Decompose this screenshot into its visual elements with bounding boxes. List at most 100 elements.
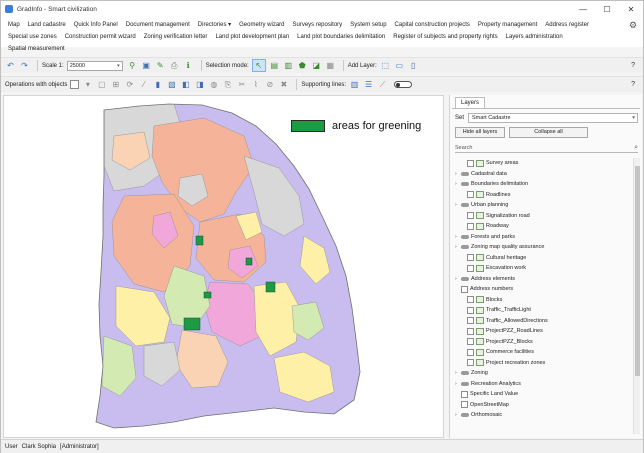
layer-tree-item[interactable]: Excavation work	[455, 263, 627, 274]
layer-search[interactable]: Search ⌕	[455, 143, 638, 153]
layer-visibility-checkbox[interactable]	[467, 254, 474, 262]
layer-visibility-checkbox[interactable]	[467, 264, 474, 272]
layer-tree-scrollbar[interactable]	[633, 158, 640, 434]
layer-tree-item[interactable]: Blocks	[455, 295, 627, 306]
add-wms-layer-icon[interactable]: ▭	[394, 60, 405, 71]
close-button[interactable]: ✕	[619, 1, 643, 17]
menu-item-land-plot-development-plan[interactable]: Land plot development plan	[211, 32, 293, 43]
menu-item-register-of-subjects-and-property-rights[interactable]: Register of subjects and property rights	[389, 32, 501, 43]
menu-item-surveys-repository[interactable]: Surveys repository	[289, 20, 347, 31]
layer-tree-item[interactable]: › Urban planning	[455, 200, 627, 211]
menu-item-directories[interactable]: Directories ▾	[194, 20, 235, 31]
layer-visibility-checkbox[interactable]	[467, 317, 474, 325]
menu-item-address-register[interactable]: Address register	[541, 20, 593, 31]
layer-visibility-checkbox[interactable]	[467, 212, 474, 220]
layer-tree-item[interactable]: › Cadastral data	[455, 169, 627, 180]
layer-tree-item[interactable]: Specific Land Value	[455, 389, 627, 400]
layer-tree-item[interactable]: Survey areas	[455, 158, 627, 169]
minimize-button[interactable]: —	[571, 1, 595, 17]
select-layer-icon[interactable]: ◪	[311, 60, 322, 71]
print-icon[interactable]: ⎙	[169, 60, 180, 71]
merge-icon[interactable]: ◧	[180, 79, 191, 90]
add-file-layer-icon[interactable]: ▯	[408, 60, 419, 71]
rotate-icon[interactable]: ⟳	[124, 79, 135, 90]
location-pin-icon[interactable]: ⚲	[127, 60, 138, 71]
select-all-checkbox[interactable]	[70, 80, 80, 89]
map-view[interactable]: areas for greening	[3, 95, 444, 438]
menu-item-zoning-verification-letter[interactable]: Zoning verification letter	[140, 32, 212, 43]
layer-tree-item[interactable]: Project recreation zones	[455, 358, 627, 369]
menu-item-map[interactable]: Map	[4, 20, 24, 31]
document-icon[interactable]: ▮	[152, 79, 163, 90]
layer-visibility-checkbox[interactable]	[467, 359, 474, 367]
map-canvas[interactable]	[4, 96, 445, 439]
line-tool-icon[interactable]: ⁄	[138, 79, 149, 90]
menu-item-quick-info-panel[interactable]: Quick Info Panel	[70, 20, 122, 31]
layer-tree-item[interactable]: Address numbers	[455, 284, 627, 295]
layer-tree-item[interactable]: › Forests and parks	[455, 232, 627, 243]
menu-item-construction-permit-wizard[interactable]: Construction permit wizard	[61, 32, 140, 43]
help-icon[interactable]: ?	[631, 81, 635, 88]
select-rectangle-icon[interactable]: ▤	[269, 60, 280, 71]
layer-visibility-checkbox[interactable]	[467, 296, 474, 304]
settings-gear-icon[interactable]: ⚙	[627, 19, 639, 31]
cut-icon[interactable]: ▧	[166, 79, 177, 90]
layer-visibility-checkbox[interactable]	[467, 338, 474, 346]
menu-item-property-management[interactable]: Property management	[474, 20, 541, 31]
add-layer-dropdown-icon[interactable]: ⬚	[380, 60, 391, 71]
layer-tree-item[interactable]: Cultural heritage	[455, 253, 627, 264]
layer-visibility-checkbox[interactable]	[467, 222, 474, 230]
layer-search-input[interactable]: Search	[455, 145, 634, 151]
help-icon[interactable]: ?	[631, 62, 635, 69]
layer-tree-item[interactable]: › Address elements	[455, 274, 627, 285]
scrollbar-thumb[interactable]	[635, 166, 640, 376]
redo-icon[interactable]: ↷	[19, 60, 30, 71]
menu-item-capital-construction-projects[interactable]: Capital construction projects	[391, 20, 474, 31]
supporting-lines-toggle[interactable]	[394, 81, 413, 88]
info-icon[interactable]: ℹ	[183, 60, 194, 71]
split-icon[interactable]: ⊞	[110, 79, 121, 90]
hide-all-layers-button[interactable]: Hide all layers	[455, 127, 505, 138]
layer-tree-item[interactable]: Commerce facilities	[455, 347, 627, 358]
layer-visibility-checkbox[interactable]	[467, 191, 474, 199]
scissors-icon[interactable]: ✂	[236, 79, 247, 90]
layer-visibility-checkbox[interactable]	[461, 401, 468, 409]
layer-tree-item[interactable]: Roadway	[455, 221, 627, 232]
menu-item-land-cadastre[interactable]: Land cadastre	[24, 20, 70, 31]
pencil-icon[interactable]: ✎	[155, 60, 166, 71]
layer-visibility-checkbox[interactable]	[461, 285, 468, 293]
copy-geometry-icon[interactable]: ▢	[96, 79, 107, 90]
buffer-icon[interactable]: ◍	[208, 79, 219, 90]
layer-tree-item[interactable]: ProjectPZZ_RoadLines	[455, 326, 627, 337]
layer-visibility-checkbox[interactable]	[461, 390, 468, 398]
dropdown-icon[interactable]: ▾	[82, 79, 93, 90]
layer-visibility-checkbox[interactable]	[467, 159, 474, 167]
layer-tree-item[interactable]: ProjectPZZ_Blocks	[455, 337, 627, 348]
delete-icon[interactable]: ✖	[278, 79, 289, 90]
menu-item-system-setup[interactable]: System setup	[346, 20, 390, 31]
diagonal-line-icon[interactable]: ⟋	[377, 79, 388, 90]
menu-item-spatial-measurement[interactable]: Spatial measurement	[4, 44, 69, 55]
layer-tree-item[interactable]: › Recreation Analytics	[455, 379, 627, 390]
grid-lines-icon[interactable]: ▥	[349, 79, 360, 90]
layer-tree-item[interactable]: › Boundaries delimitation	[455, 179, 627, 190]
select-polygon-icon[interactable]: ▥	[283, 60, 294, 71]
menu-item-geometry-wizard[interactable]: Geometry wizard	[235, 20, 288, 31]
layer-tree-item[interactable]: Signalization road	[455, 211, 627, 222]
layer-tree-item[interactable]: Roadlines	[455, 190, 627, 201]
union-icon[interactable]: ◨	[194, 79, 205, 90]
menu-item-special-use-zones[interactable]: Special use zones	[4, 32, 61, 43]
clear-selection-icon[interactable]: ▦	[325, 60, 336, 71]
layer-tree-item[interactable]: Traffic_AllowedDirections	[455, 316, 627, 327]
layer-tree-item[interactable]: › Zoning map quality assurance	[455, 242, 627, 253]
layer-tree-item[interactable]: › Orthomosaic	[455, 410, 627, 421]
layer-tree-item[interactable]: OpenStreetMap	[455, 400, 627, 411]
layer-tree-item[interactable]: Traffic_TrafficLight	[455, 305, 627, 316]
layer-visibility-checkbox[interactable]	[467, 306, 474, 314]
menu-item-land-plot-boundaries-delimitation[interactable]: Land plot boundaries delimitation	[293, 32, 389, 43]
menu-item-layers-administration[interactable]: Layers administration	[502, 32, 567, 43]
search-icon[interactable]: ⌕	[634, 144, 638, 152]
trend-line-icon[interactable]: ⌇	[250, 79, 261, 90]
undo-icon[interactable]: ↶	[5, 60, 16, 71]
layer-set-select[interactable]: Smart Cadastre ▾	[468, 112, 638, 123]
